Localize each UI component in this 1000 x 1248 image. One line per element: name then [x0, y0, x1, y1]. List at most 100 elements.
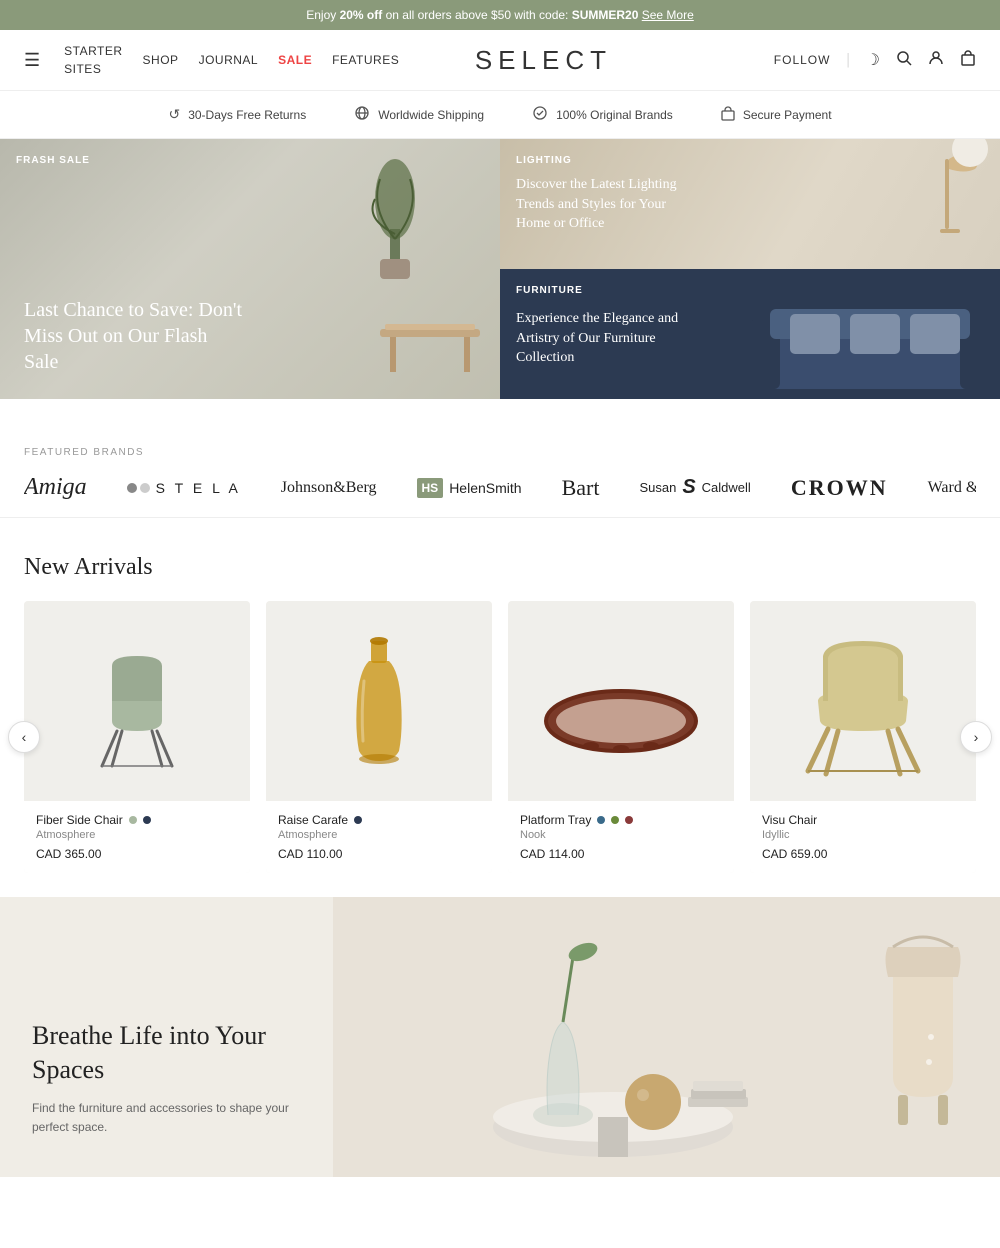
shipping-icon	[354, 105, 370, 124]
nav-item-starter[interactable]: STARTER SITES	[64, 42, 122, 78]
bottom-description: Find the furniture and accessories to sh…	[32, 1099, 301, 1137]
furniture-title: Experience the Elegance and Artistry of …	[516, 309, 696, 368]
original-text: 100% Original Brands	[556, 108, 673, 122]
product-info-3: Platform Tray Nook CAD 114.00	[508, 801, 734, 873]
stela-dot-1	[127, 483, 137, 493]
brand-johnson[interactable]: Johnson&Berg	[281, 479, 377, 497]
product-card-4[interactable]: Visu Chair Idyllic CAD 659.00	[750, 601, 976, 873]
navigation: ☰ STARTER SITES SHOP JOURNAL SALE FEATUR…	[0, 30, 1000, 91]
trust-returns: ↺ 30-Days Free Returns	[168, 105, 306, 124]
nav-center: SELECT	[399, 45, 687, 76]
site-logo[interactable]: SELECT	[475, 45, 612, 75]
flash-sale-title: Last Chance to Save: Don't Miss Out on O…	[24, 297, 244, 375]
brand-crown[interactable]: CROWN	[791, 475, 888, 501]
product-name-2: Raise Carafe	[278, 813, 480, 827]
brands-list: Amiga S T E L A Johnson&Berg HS HelenSmi…	[24, 474, 976, 501]
trust-bar: ↺ 30-Days Free Returns Worldwide Shippin…	[0, 91, 1000, 139]
bottom-left-text: Breathe Life into Your Spaces Find the f…	[0, 897, 333, 1177]
color-dot-green	[129, 816, 137, 824]
product-info-2: Raise Carafe Atmosphere CAD 110.00	[266, 801, 492, 873]
nav-item-shop[interactable]: SHOP	[143, 51, 179, 69]
hero-grid: FRASH SALE Last Chance to Save: Don't Mi…	[0, 139, 1000, 419]
brand-helensmith[interactable]: HS HelenSmith	[417, 478, 522, 498]
product-price-4: CAD 659.00	[762, 847, 964, 861]
color-dot-navy	[354, 816, 362, 824]
hero-lighting[interactable]: LIGHTING Discover the Latest Lighting Tr…	[500, 139, 1000, 269]
brand-stela[interactable]: S T E L A	[127, 480, 241, 496]
nav-item-sale[interactable]: SALE	[278, 51, 312, 69]
helensmith-label: HelenSmith	[449, 480, 521, 496]
brand-susan-caldwell[interactable]: Susan S Caldwell	[639, 476, 750, 499]
color-dot-red	[625, 816, 633, 824]
featured-brands: FEATURED BRANDS Amiga S T E L A Johnson&…	[0, 419, 1000, 518]
nav-left: ☰ STARTER SITES SHOP JOURNAL SALE FEATUR…	[24, 42, 399, 78]
product-name-4: Visu Chair	[762, 813, 964, 827]
sc-icon: S	[682, 476, 695, 499]
color-dot-olive	[611, 816, 619, 824]
susan-label: Susan	[639, 480, 676, 495]
nav-links: STARTER SITES SHOP JOURNAL SALE FEATURES	[64, 42, 399, 78]
products-slider: ‹	[24, 601, 976, 873]
product-info-4: Visu Chair Idyllic CAD 659.00	[750, 801, 976, 873]
product-card-1[interactable]: Fiber Side Chair Atmosphere CAD 365.00	[24, 601, 250, 873]
product-image-3	[508, 601, 734, 801]
bottom-right-image	[333, 897, 1000, 1177]
banner-text: Enjoy 20% off on all orders above $50 wi…	[306, 8, 694, 22]
returns-text: 30-Days Free Returns	[188, 108, 306, 122]
product-price-1: CAD 365.00	[36, 847, 238, 861]
product-info-1: Fiber Side Chair Atmosphere CAD 365.00	[24, 801, 250, 873]
search-icon[interactable]	[896, 50, 912, 71]
trust-shipping: Worldwide Shipping	[354, 105, 484, 124]
product-brand-4: Idyllic	[762, 829, 964, 841]
lighting-text: Discover the Latest Lighting Trends and …	[516, 155, 696, 234]
bottom-title: Breathe Life into Your Spaces	[32, 1019, 301, 1087]
moon-icon[interactable]: ☽	[866, 50, 880, 70]
flash-sale-text: Last Chance to Save: Don't Miss Out on O…	[24, 297, 244, 375]
lighting-title: Discover the Latest Lighting Trends and …	[516, 175, 696, 234]
brand-ward-allen[interactable]: Ward & Allen	[928, 479, 976, 497]
stela-label: S T E L A	[156, 480, 241, 496]
product-card-3[interactable]: Platform Tray Nook CAD 114.00	[508, 601, 734, 873]
hero-furniture[interactable]: FURNITURE Experience the Elegance and Ar…	[500, 269, 1000, 399]
products-grid: Fiber Side Chair Atmosphere CAD 365.00	[24, 601, 976, 873]
hero-flash-sale[interactable]: FRASH SALE Last Chance to Save: Don't Mi…	[0, 139, 500, 399]
caldwell-label: Caldwell	[702, 480, 751, 495]
product-image-2	[266, 601, 492, 801]
slider-next-button[interactable]: ›	[960, 721, 992, 753]
user-icon[interactable]	[928, 50, 944, 71]
shipping-text: Worldwide Shipping	[378, 108, 484, 122]
bottom-banner: Breathe Life into Your Spaces Find the f…	[0, 897, 1000, 1177]
original-icon	[532, 105, 548, 124]
product-brand-2: Atmosphere	[278, 829, 480, 841]
new-arrivals-section: New Arrivals ‹	[0, 518, 1000, 897]
product-image-4	[750, 601, 976, 801]
nav-item-features[interactable]: FEATURES	[332, 51, 399, 69]
slider-prev-button[interactable]: ‹	[8, 721, 40, 753]
new-arrivals-title: New Arrivals	[24, 554, 976, 581]
nav-right: FOLLOW | ☽	[688, 50, 976, 71]
product-image-1	[24, 601, 250, 801]
featured-label: FEATURED BRANDS	[24, 447, 976, 458]
product-price-2: CAD 110.00	[278, 847, 480, 861]
furniture-text: Experience the Elegance and Artistry of …	[516, 285, 696, 368]
color-dot-teal	[597, 816, 605, 824]
stela-dot-2	[140, 483, 150, 493]
hamburger-menu[interactable]: ☰	[24, 50, 40, 71]
product-card-2[interactable]: Raise Carafe Atmosphere CAD 110.00	[266, 601, 492, 873]
color-dot-blue	[143, 816, 151, 824]
product-name-3: Platform Tray	[520, 813, 722, 827]
cart-icon[interactable]	[960, 50, 976, 71]
top-banner: Enjoy 20% off on all orders above $50 wi…	[0, 0, 1000, 30]
brand-bart[interactable]: Bart	[562, 475, 600, 501]
trust-payment: Secure Payment	[721, 105, 832, 124]
nav-item-journal[interactable]: JOURNAL	[199, 51, 259, 69]
trust-original: 100% Original Brands	[532, 105, 673, 124]
flash-sale-tag: FRASH SALE	[16, 155, 90, 166]
see-more-link[interactable]: See More	[642, 8, 694, 22]
payment-text: Secure Payment	[743, 108, 832, 122]
returns-icon: ↺	[168, 106, 180, 123]
product-price-3: CAD 114.00	[520, 847, 722, 861]
follow-button[interactable]: FOLLOW	[774, 53, 831, 67]
brand-amiga[interactable]: Amiga	[24, 474, 87, 501]
product-brand-1: Atmosphere	[36, 829, 238, 841]
